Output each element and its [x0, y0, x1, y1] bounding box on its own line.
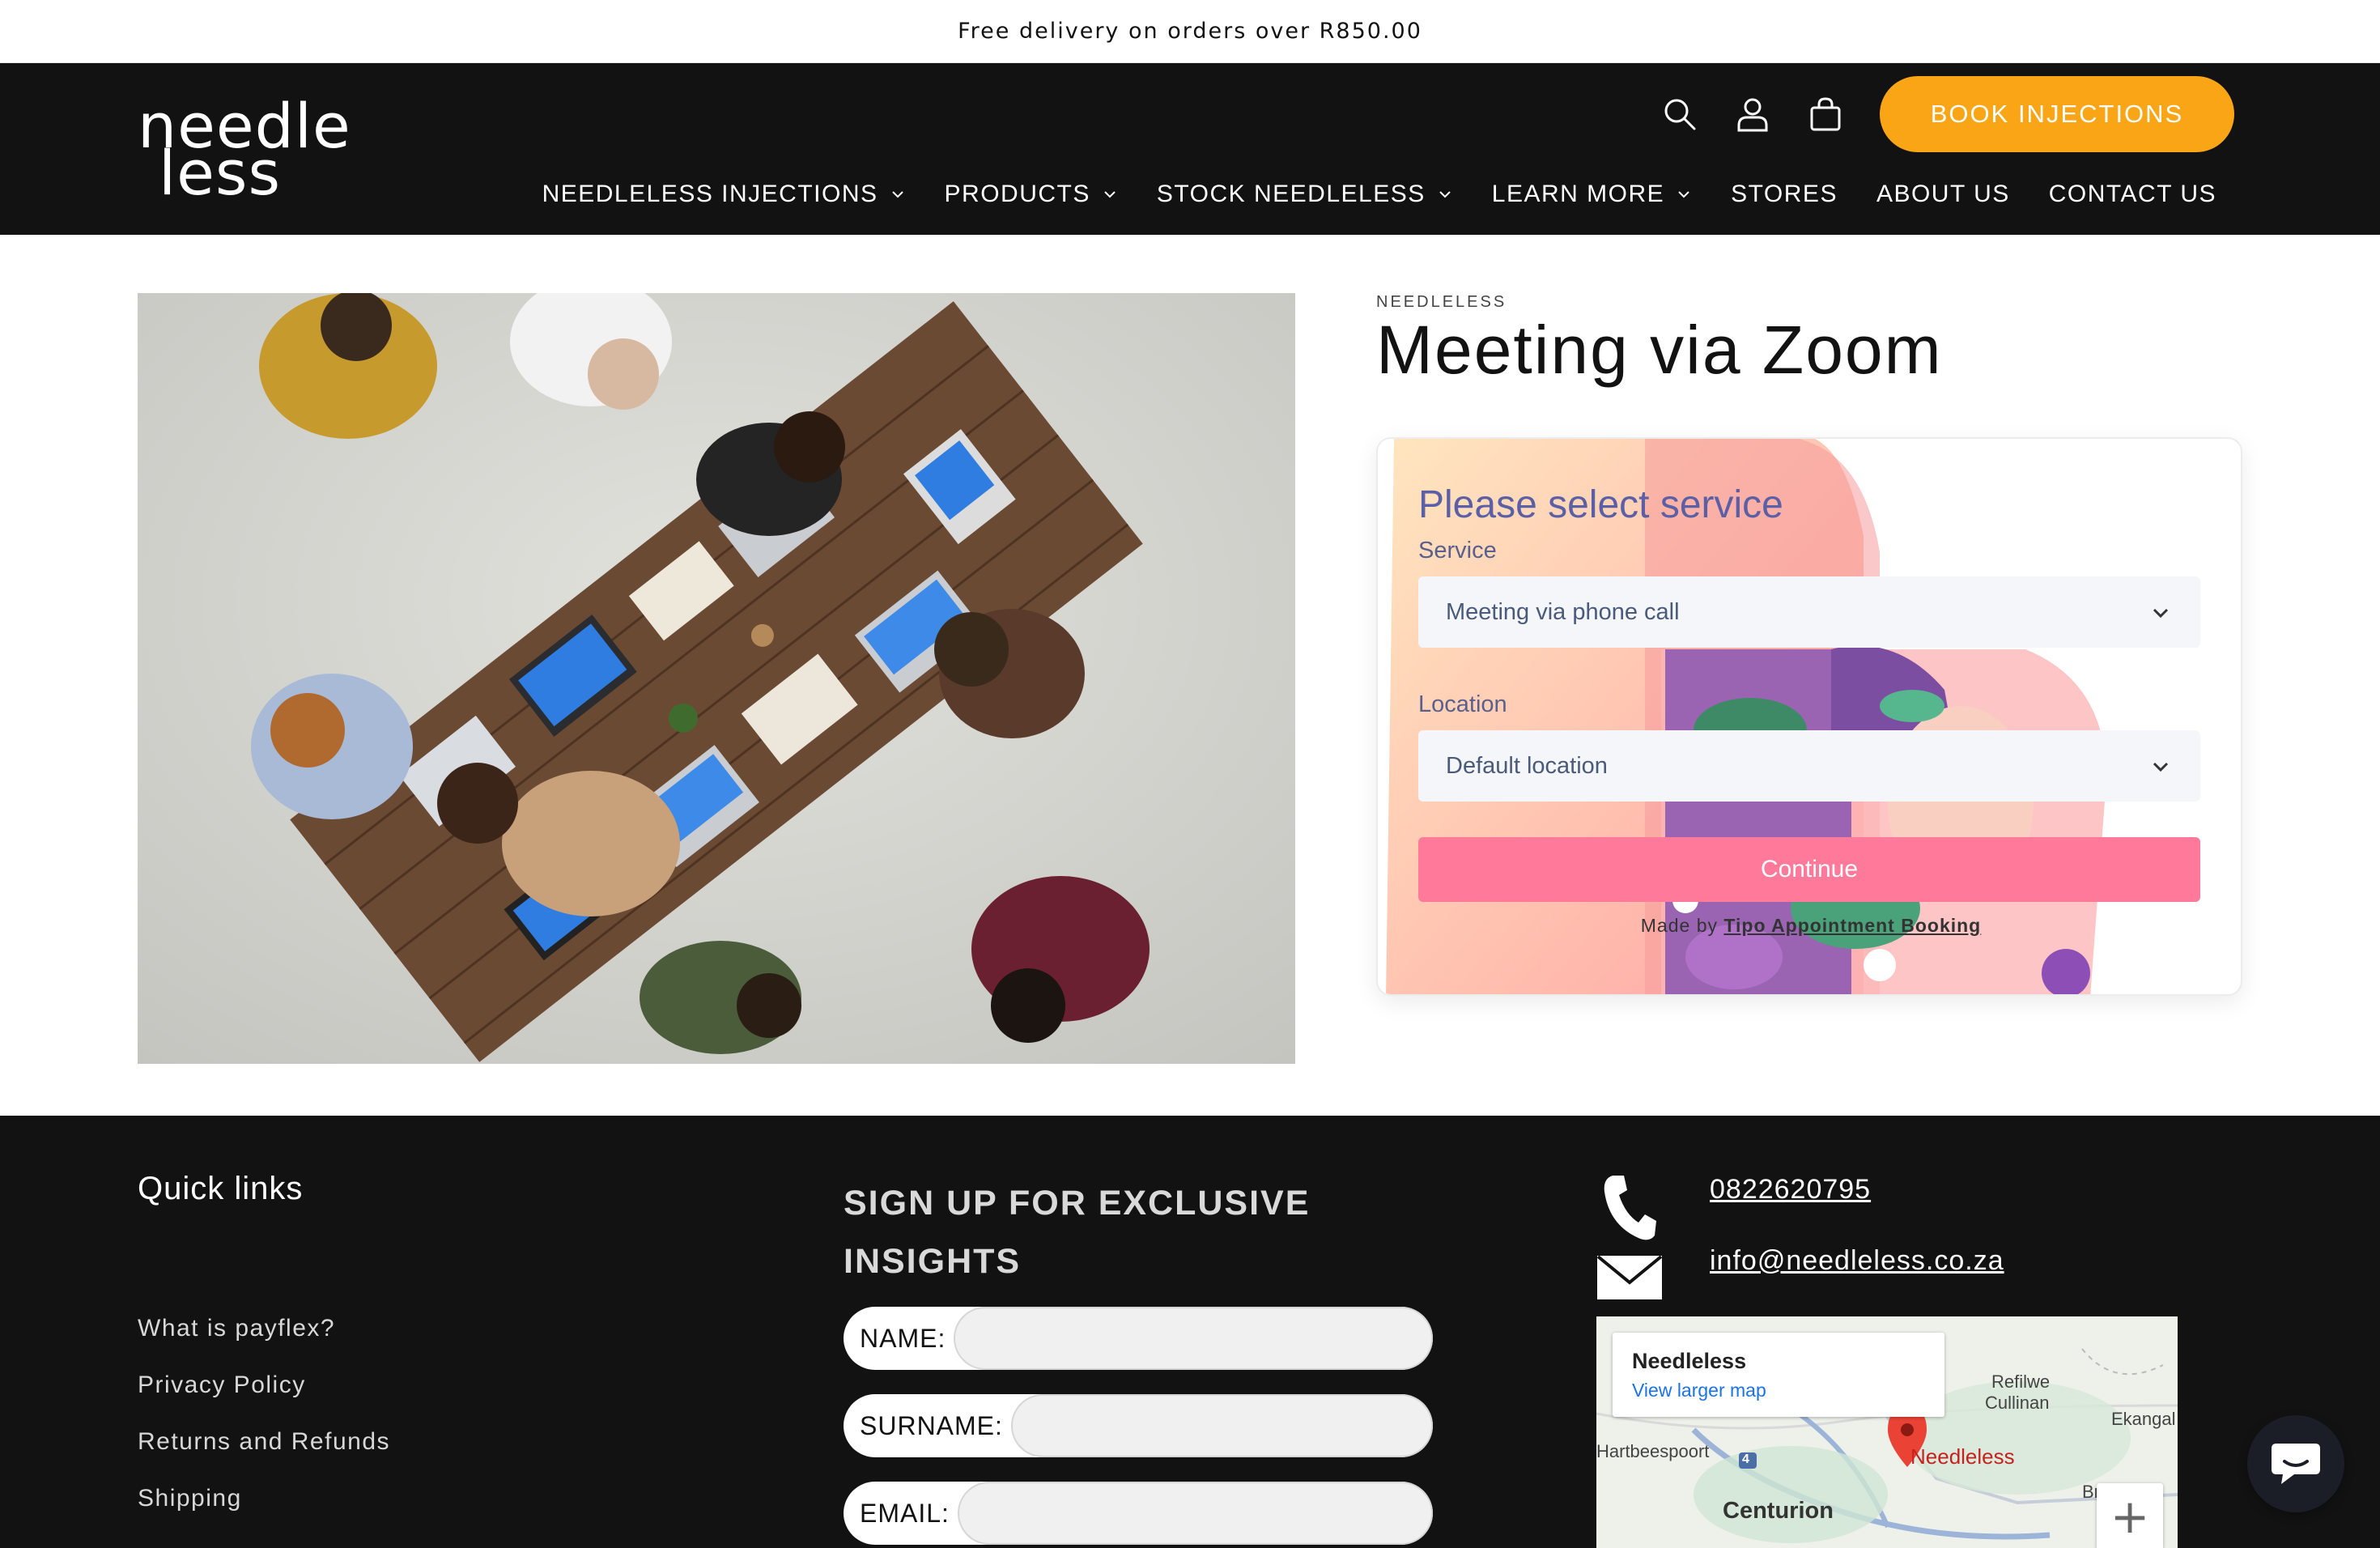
chevron-down-icon [1678, 191, 1689, 198]
mail-icon [1596, 1255, 1663, 1299]
map-label-refilwe: Refilwe [1991, 1372, 2051, 1392]
map-label-cullinan: Cullinan [1985, 1393, 2050, 1413]
logo-line-2: less [159, 137, 282, 209]
continue-button[interactable]: Continue [1418, 837, 2200, 902]
nav-stores[interactable]: STORES [1711, 181, 1857, 208]
footer-link-payflex[interactable]: What is payflex? [138, 1315, 335, 1342]
book-injections-button[interactable]: BOOK INJECTIONS [1880, 76, 2234, 152]
map-label-hartbeespoort: Hartbeespoort [1596, 1441, 1710, 1461]
nav-learn-more[interactable]: LEARN MORE [1473, 181, 1711, 208]
main-nav: NEEDLELESS INJECTIONS PRODUCTS STOCK NEE… [523, 168, 2236, 220]
header-actions: BOOK INJECTIONS [1643, 76, 2234, 152]
name-label: NAME: [860, 1323, 946, 1353]
made-by-prefix: Made by [1640, 915, 1718, 936]
made-by-credit: Made by Tipo Appointment Booking [1378, 915, 2241, 937]
surname-field: SURNAME: [844, 1394, 1433, 1457]
email-field: EMAIL: [844, 1482, 1433, 1545]
map-label-centurion: Centurion [1723, 1498, 1834, 1524]
announcement-bar: Free delivery on orders over R850.00 [0, 0, 2380, 63]
surname-label: SURNAME: [860, 1410, 1003, 1440]
cart-icon[interactable] [1789, 77, 1862, 151]
footer-link-returns[interactable]: Returns and Refunds [138, 1428, 390, 1456]
map-place-name: Needleless [1632, 1349, 1747, 1373]
chevron-down-icon [891, 191, 903, 198]
email-label: EMAIL: [860, 1498, 950, 1528]
chevron-down-icon [1439, 191, 1451, 198]
product-vendor: NEEDLELESS [1376, 293, 1507, 311]
nav-label: CONTACT US [2048, 181, 2216, 207]
service-value: Meeting via phone call [1446, 598, 1680, 625]
map-label-needleless: Needleless [1910, 1444, 2015, 1469]
store-map[interactable]: 4 Refilwe Cullinan Ekangal Hartbeespoort… [1596, 1316, 2178, 1548]
tipo-booking-link[interactable]: Tipo Appointment Booking [1723, 915, 1981, 936]
account-icon[interactable] [1716, 77, 1789, 151]
product-image[interactable] [138, 293, 1295, 1064]
meeting-photo [138, 293, 1295, 1064]
email-input[interactable] [957, 1482, 1433, 1545]
map-info-card: Needleless View larger map [1613, 1333, 1944, 1417]
phone-icon [1604, 1176, 1656, 1240]
nav-needleless-injections[interactable]: NEEDLELESS INJECTIONS [523, 181, 925, 208]
nav-label: PRODUCTS [944, 181, 1090, 207]
phone-link[interactable]: 0822620795 [1710, 1174, 1871, 1206]
nav-contact-us[interactable]: CONTACT US [2029, 181, 2236, 208]
chevron-down-icon [1104, 191, 1116, 198]
nav-products[interactable]: PRODUCTS [925, 181, 1137, 208]
nav-label: STOCK NEEDLELESS [1156, 181, 1426, 207]
booking-title: Please select service [1418, 483, 1783, 526]
chat-button[interactable] [2247, 1415, 2344, 1512]
logo[interactable]: needle less [138, 96, 351, 209]
site-header: needle less BOOK INJECTIONS NEEDLELESS I… [0, 63, 2380, 235]
nav-about-us[interactable]: ABOUT US [1857, 181, 2029, 208]
name-field: NAME: [844, 1307, 1433, 1370]
email-link[interactable]: info@needleless.co.za [1710, 1245, 2004, 1277]
chat-bubble-icon [2272, 1444, 2320, 1484]
footer-link-privacy[interactable]: Privacy Policy [138, 1372, 306, 1399]
nav-label: ABOUT US [1876, 181, 2010, 207]
route-number: 4 [1742, 1452, 1749, 1466]
nav-label: NEEDLELESS INJECTIONS [542, 181, 878, 207]
nav-stock-needleless[interactable]: STOCK NEEDLELESS [1137, 181, 1473, 208]
chevron-down-icon [2153, 608, 2169, 619]
nav-label: STORES [1731, 181, 1838, 207]
location-label: Location [1418, 691, 1507, 717]
name-input[interactable] [954, 1307, 1433, 1370]
view-larger-map-link[interactable]: View larger map [1632, 1380, 1766, 1401]
service-label: Service [1418, 538, 1497, 563]
map-label-ekangala: Ekangal [2111, 1409, 2176, 1429]
booking-widget: Please select service Service Meeting vi… [1376, 437, 2242, 996]
product-title: Meeting via Zoom [1376, 312, 1943, 388]
footer-link-shipping[interactable]: Shipping [138, 1485, 242, 1512]
search-icon[interactable] [1643, 77, 1716, 151]
location-value: Default location [1446, 752, 1608, 779]
announcement-text: Free delivery on orders over R850.00 [958, 19, 1422, 44]
quick-links-title: Quick links [138, 1171, 304, 1206]
location-select[interactable]: Default location [1418, 730, 2200, 802]
chevron-down-icon [2153, 762, 2169, 772]
nav-label: LEARN MORE [1491, 181, 1665, 207]
map-zoom-in-button[interactable]: + [2097, 1483, 2163, 1548]
signup-title: SIGN UP FOR EXCLUSIVE INSIGHTS [844, 1184, 1311, 1281]
service-select[interactable]: Meeting via phone call [1418, 576, 2200, 648]
surname-input[interactable] [1010, 1394, 1433, 1457]
